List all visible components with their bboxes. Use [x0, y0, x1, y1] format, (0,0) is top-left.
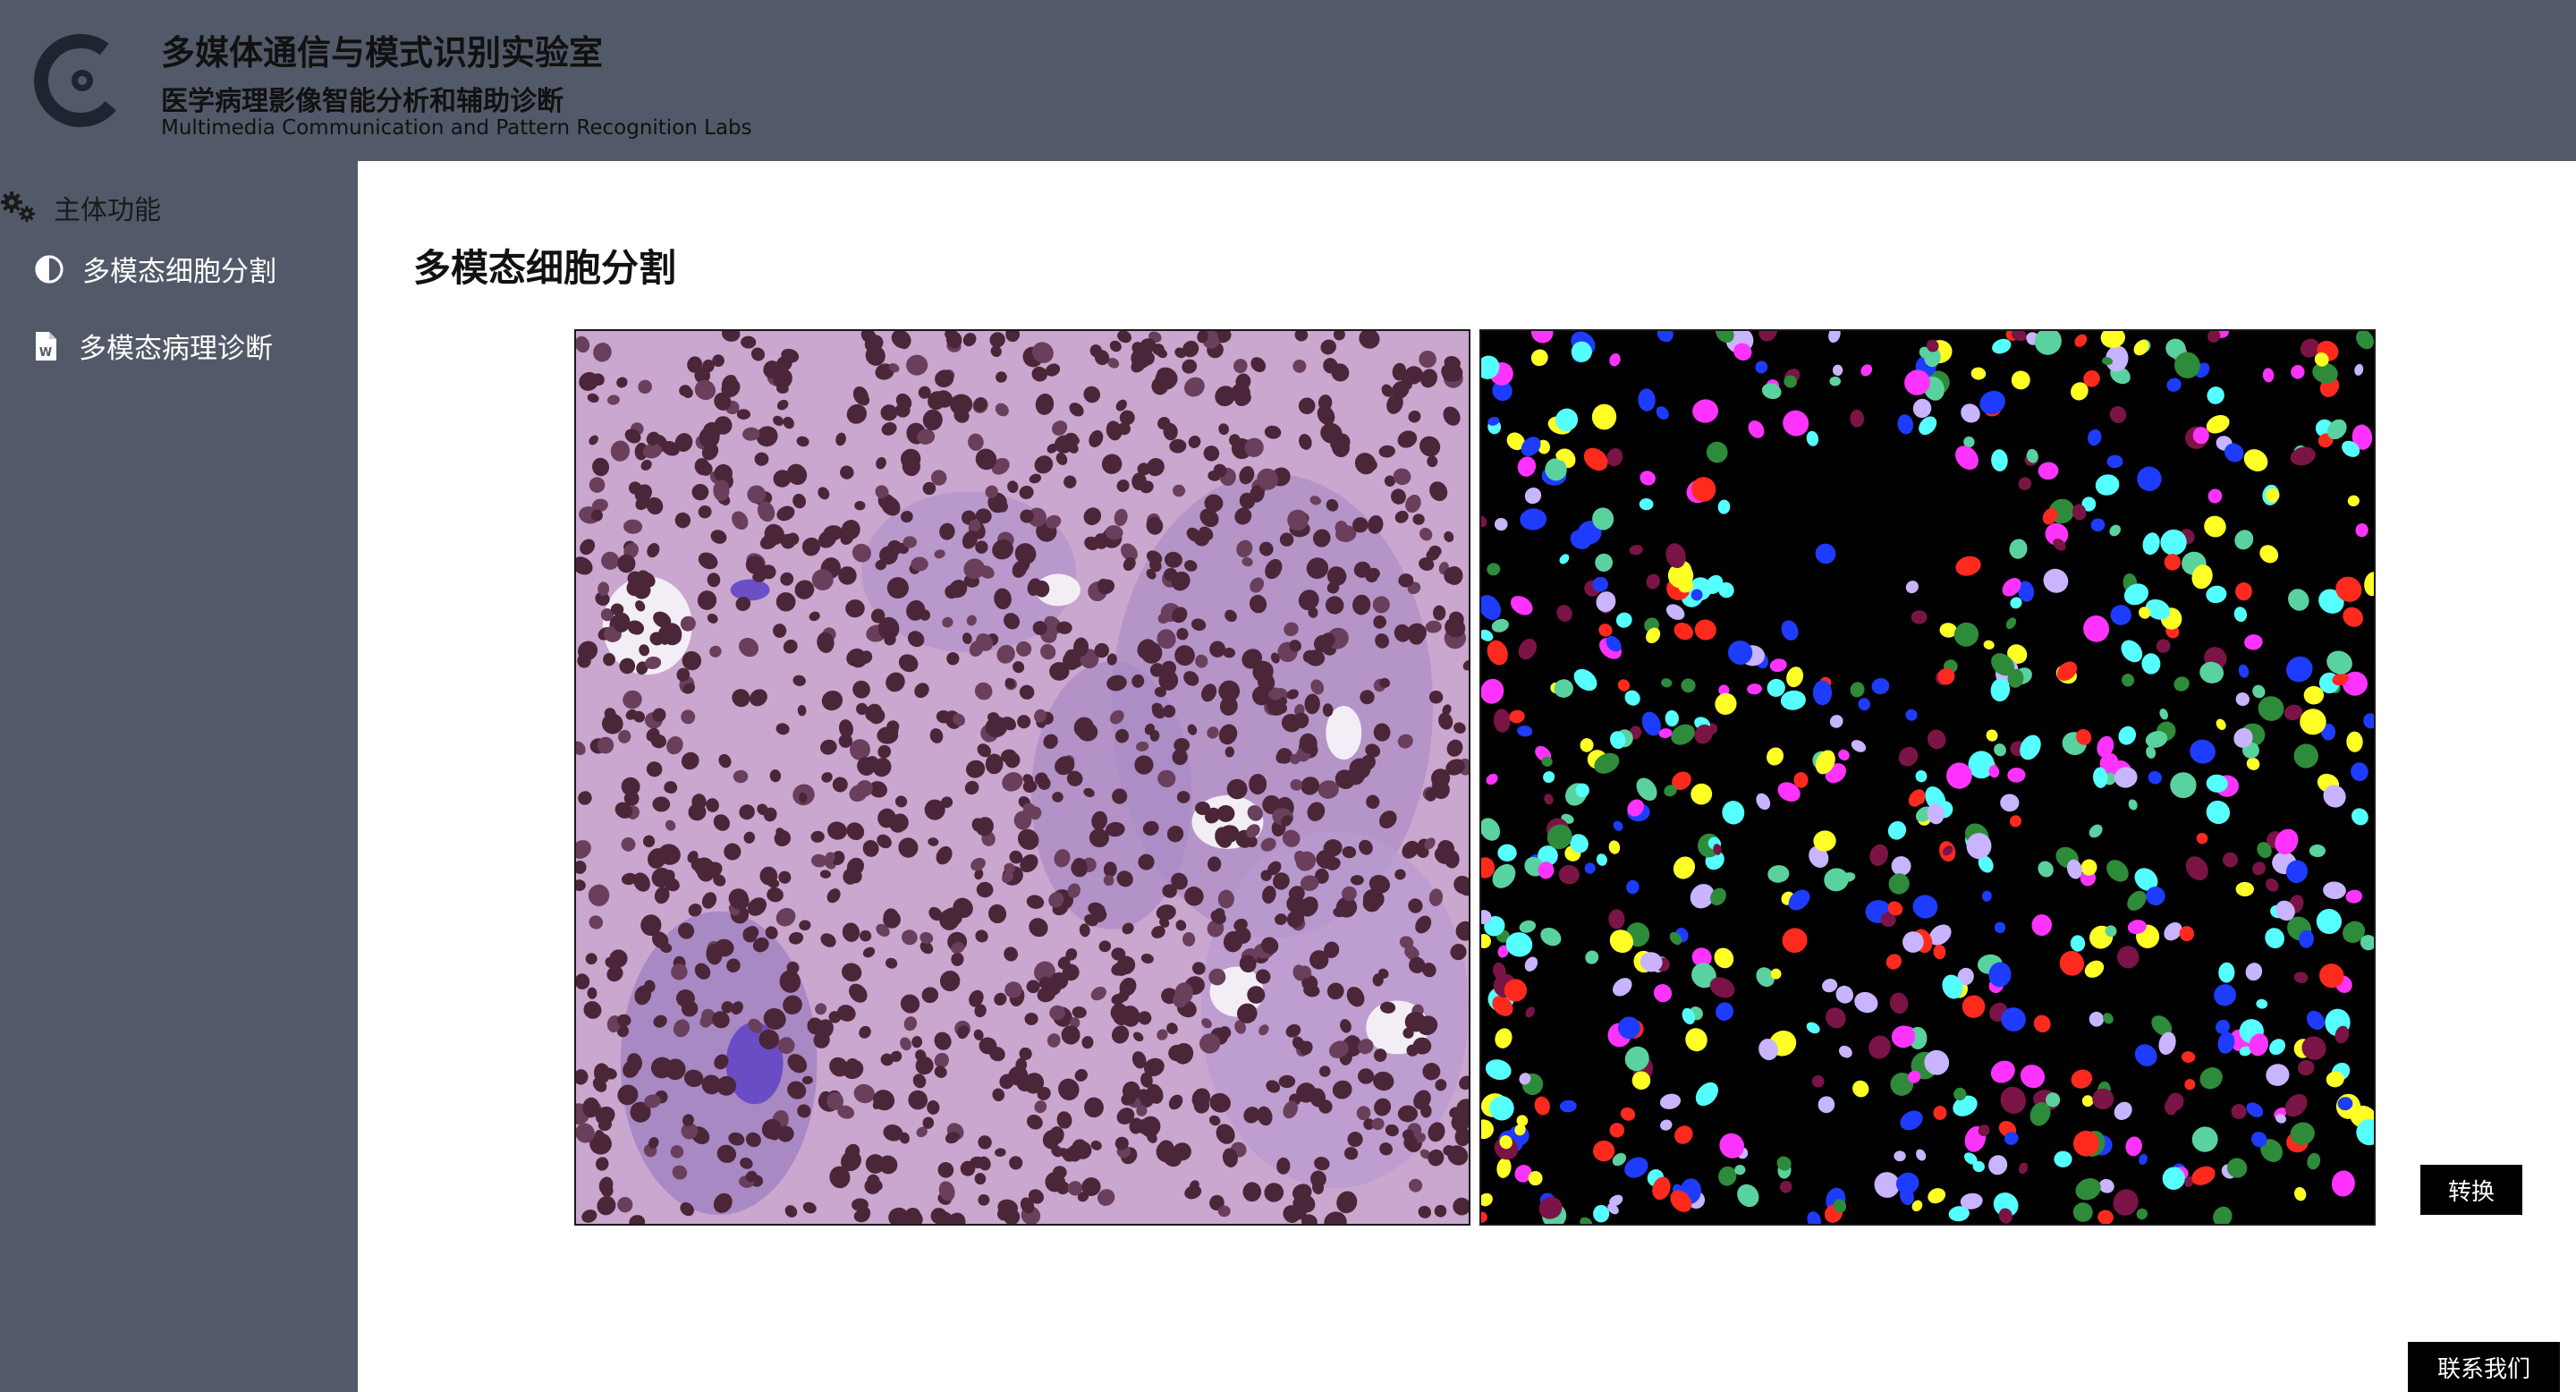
lab-english-title: Multimedia Communication and Pattern Rec… — [161, 116, 752, 140]
segmentation-mask-canvas — [1481, 331, 2374, 1224]
word-document-icon: W — [36, 331, 56, 361]
lab-logo-icon — [34, 34, 127, 127]
sidebar-section-title: 主体功能 — [54, 195, 161, 226]
gears-icon — [1, 191, 35, 222]
sidebar: 主体功能 多模态细胞分割 W 多模态病理诊断 — [0, 161, 358, 1392]
half-circle-icon — [35, 255, 64, 283]
convert-button[interactable]: 转换 — [2420, 1165, 2522, 1215]
app-header: 多媒体通信与模式识别实验室 医学病理影像智能分析和辅助诊断 Multimedia… — [0, 0, 2576, 161]
sidebar-item-pathology-diagnosis[interactable]: W 多模态病理诊断 — [34, 326, 273, 366]
histology-image-canvas — [576, 331, 1469, 1224]
sidebar-item-label: 多模态细胞分割 — [82, 256, 276, 288]
original-histology-image — [574, 329, 1470, 1226]
sidebar-item-label: 多模态病理诊断 — [79, 333, 273, 365]
sidebar-section-header: 主体功能 — [0, 190, 161, 226]
contact-us-button[interactable]: 联系我们 — [2408, 1342, 2560, 1392]
page-title: 多模态细胞分割 — [413, 246, 677, 290]
segmentation-result-image — [1479, 329, 2376, 1226]
sidebar-item-cell-segmentation[interactable]: 多模态细胞分割 — [34, 249, 276, 289]
lab-title: 多媒体通信与模式识别实验室 — [161, 33, 604, 72]
lab-subtitle: 医学病理影像智能分析和辅助诊断 — [161, 86, 564, 117]
svg-text:W: W — [39, 346, 52, 360]
